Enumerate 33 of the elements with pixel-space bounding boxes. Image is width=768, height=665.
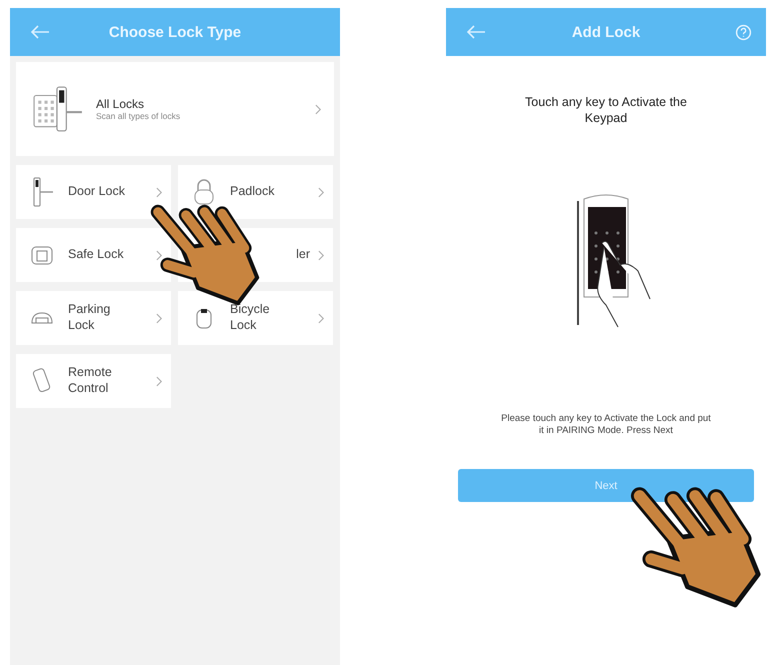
card-title: All Locks: [96, 97, 146, 111]
chevron-icon: [156, 250, 163, 260]
screen-title: Add Lock: [572, 24, 640, 40]
lock-type-card[interactable]: Padlock: [178, 165, 333, 219]
lock-type-label: ler: [296, 247, 310, 263]
lock-icon: [32, 85, 84, 133]
instruction-heading: Touch any key to Activate the Keypad: [524, 94, 688, 126]
padlock-icon: [192, 177, 216, 207]
instruction-text: Please touch any key to Activate the Lock and put it in PAIRING Mode. Press Next: [500, 412, 712, 438]
lock-type-card[interactable]: Safe Lock: [16, 228, 171, 282]
screen-title: Choose Lock Type: [108, 24, 242, 40]
help-icon[interactable]: [735, 24, 752, 40]
lock-type-label: Remote Control: [68, 365, 112, 397]
chevron-icon: [318, 312, 325, 324]
lock-type-label: Padlock: [230, 184, 274, 200]
chevron-icon: [315, 104, 322, 114]
lock-type-card[interactable]: Parking Lock: [16, 291, 171, 345]
lock-type-label: Safe Lock: [68, 247, 124, 263]
back-arrow-icon[interactable]: [466, 24, 486, 40]
chevron-icon: [318, 250, 325, 260]
lock-type-label: Parking Lock: [68, 302, 110, 334]
lock-type-card[interactable]: Bicycle Lock: [178, 291, 333, 345]
card-subtitle: Scan all types of locks: [96, 111, 182, 121]
chevron-icon: [156, 376, 163, 386]
lock-type-card[interactable]: Remote Control: [16, 354, 171, 408]
back-arrow-icon[interactable]: [30, 24, 50, 40]
lock-type-card[interactable]: Door Lock: [16, 165, 171, 219]
lock-type-label: Door Lock: [68, 184, 125, 200]
chevron-icon: [318, 186, 325, 198]
lock-type-card[interactable]: All Locks Scan all types of locks: [16, 62, 334, 156]
chevron-icon: [156, 186, 163, 198]
chevron-icon: [156, 312, 163, 324]
lock-type-label: Bicycle Lock: [230, 302, 270, 334]
